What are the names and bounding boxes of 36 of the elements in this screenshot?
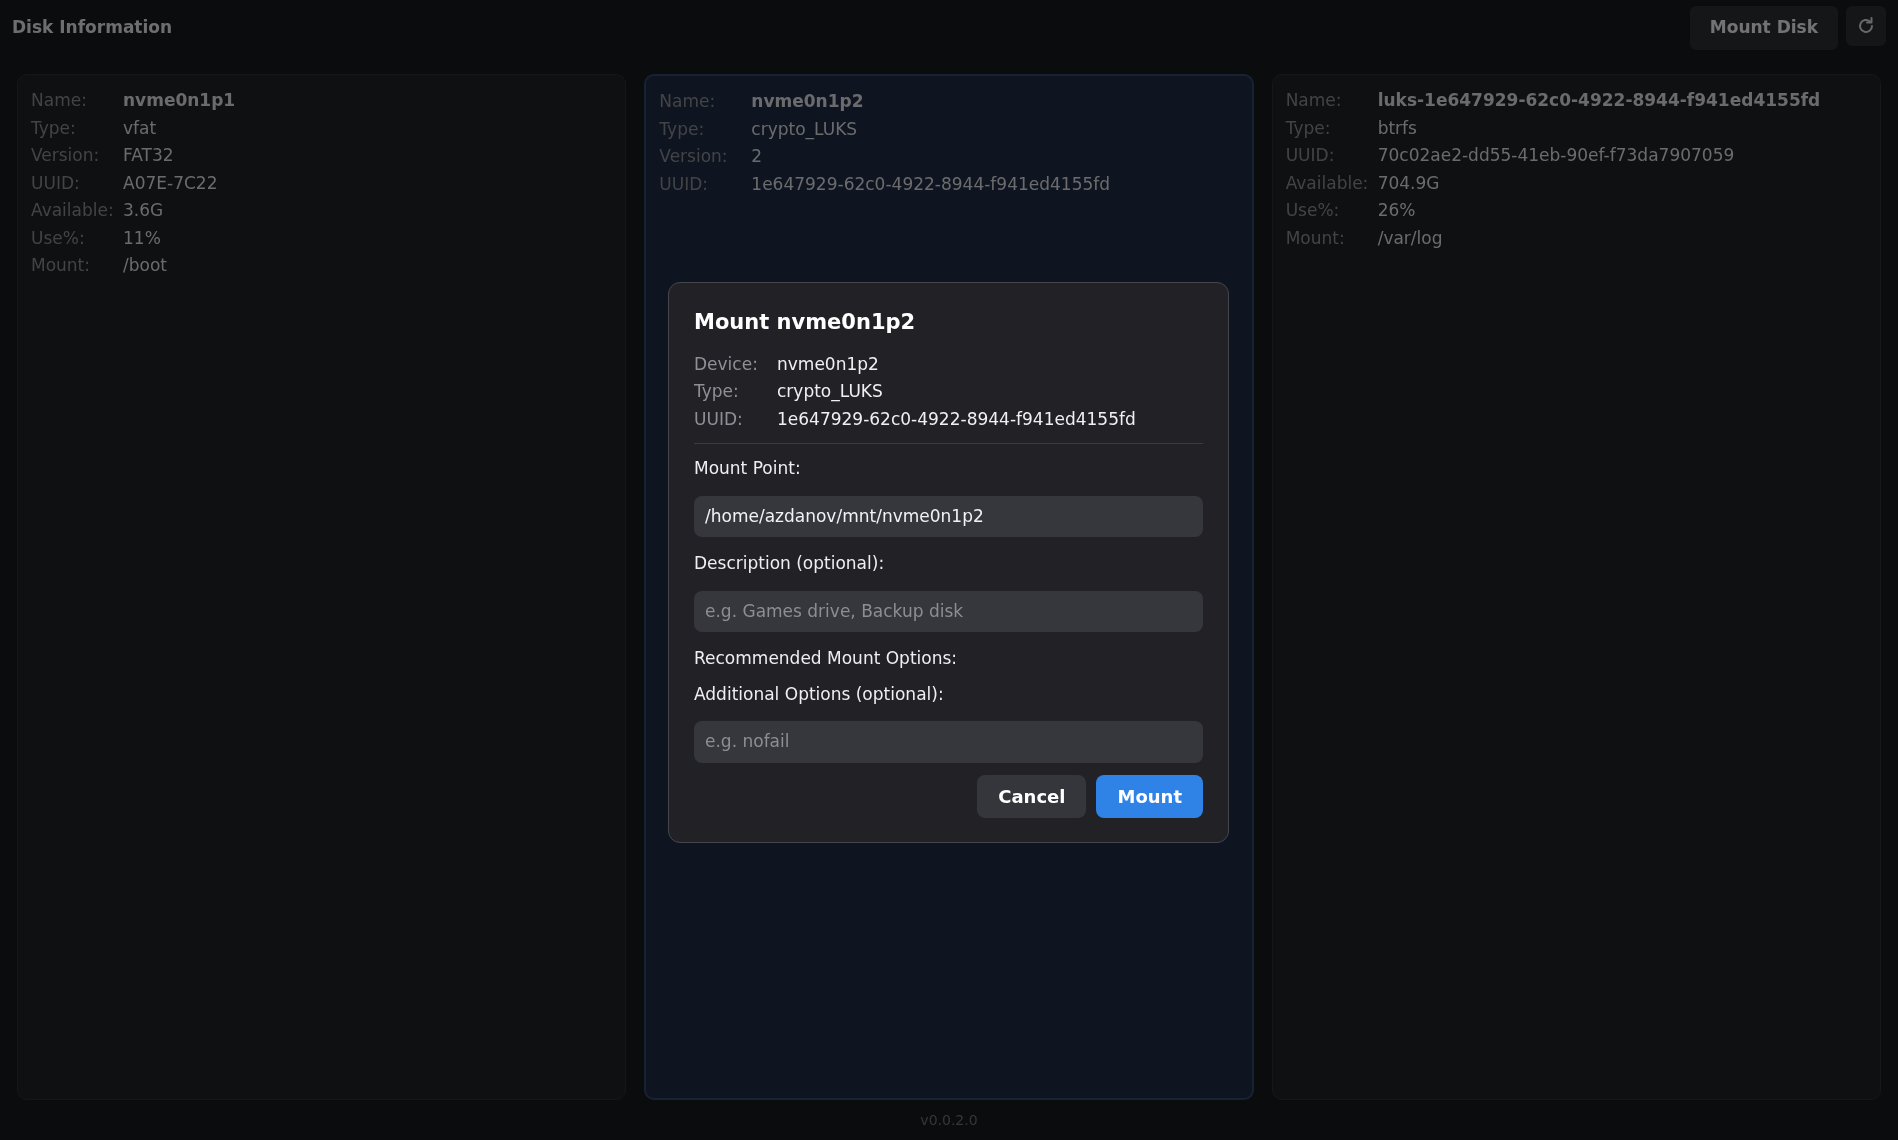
info-value: nvme0n1p2 <box>777 352 879 376</box>
field-value: /boot <box>123 254 167 277</box>
field-value: A07E-7C22 <box>123 171 218 195</box>
field-value: 2 <box>751 145 763 168</box>
dialog-title: Mount nvme0n1p2 <box>694 309 917 336</box>
info-value: crypto_LUKS <box>777 380 883 404</box>
mount-button[interactable]: Mount <box>1096 774 1203 818</box>
field-value: FAT32 <box>123 144 174 167</box>
field-value: luks-1e647929-62c0-4922-8944-f941ed4155fd <box>1377 89 1821 112</box>
cancel-button[interactable]: Cancel <box>977 774 1087 818</box>
field-value: 3.6G <box>123 199 164 222</box>
mount-point-field[interactable]: /home/azdanov/mnt/nvme0n1p2 <box>694 495 1203 537</box>
field-label: Additional Options (optional): <box>694 682 945 706</box>
field-value: vfat <box>123 116 157 140</box>
field-value: 26% <box>1377 199 1416 222</box>
mount-disk-button[interactable]: Mount Disk <box>1689 6 1838 50</box>
info-label: Device: <box>694 352 759 376</box>
options-field[interactable]: e.g. nofail <box>694 721 1203 763</box>
field-value: nvme0n1p2 <box>751 90 864 113</box>
field-value: 704.9G <box>1377 171 1440 195</box>
field-value: crypto_LUKS <box>751 117 858 142</box>
field-value: btrfs <box>1377 116 1417 140</box>
field-value: /var/log <box>1377 226 1443 250</box>
field-value: 70c02ae2-dd55-41eb-90ef-f73da7907059 <box>1377 144 1735 167</box>
field-value: 1e647929-62c0-4922-8944-f941ed4155fd <box>751 172 1111 196</box>
field-label: Mount Point: <box>694 457 802 480</box>
field-value: nvme0n1p1 <box>123 89 236 112</box>
field-value: 11% <box>123 226 161 250</box>
page-title: Disk Information <box>12 16 173 40</box>
info-value: 1e647929-62c0-4922-8944-f941ed4155fd <box>777 407 1136 431</box>
refresh-button[interactable] <box>1846 6 1886 47</box>
section-label: Recommended Mount Options: <box>694 647 959 670</box>
description-field[interactable]: e.g. Games drive, Backup disk <box>694 590 1203 632</box>
field-label: Description (optional): <box>694 552 886 575</box>
info-label: UUID: <box>694 407 744 431</box>
info-label: Type: <box>694 380 740 403</box>
